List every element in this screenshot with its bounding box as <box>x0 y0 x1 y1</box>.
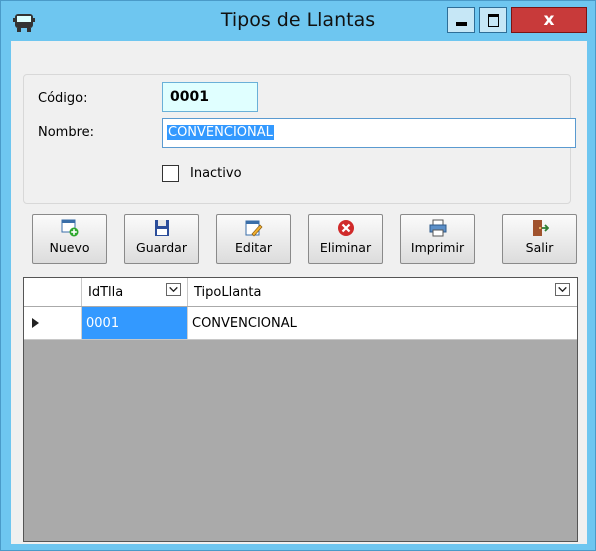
new-record-icon <box>61 219 78 237</box>
imprimir-button[interactable]: Imprimir <box>400 214 475 264</box>
nombre-selected-text: CONVENCIONAL <box>167 125 274 140</box>
nuevo-button-label: Nuevo <box>49 240 90 255</box>
column-header-tipollanta[interactable]: TipoLlanta <box>188 278 577 306</box>
editar-button[interactable]: Editar <box>216 214 291 264</box>
client-area: Código: Nombre: 0001 CONVENCIONAL Inacti… <box>11 41 587 544</box>
title-bar[interactable]: Tipos de Llantas x <box>1 1 595 41</box>
row-header[interactable] <box>24 307 82 339</box>
cell-idtlla[interactable]: 0001 <box>82 307 188 339</box>
column-header-idtlla-label: IdTlla <box>88 285 124 300</box>
imprimir-button-label: Imprimir <box>410 240 465 255</box>
guardar-button[interactable]: Guardar <box>124 214 199 264</box>
row-pointer-icon <box>32 318 39 328</box>
row-header-corner <box>24 278 82 306</box>
grid-header: IdTlla TipoLlanta <box>24 278 577 307</box>
eliminar-button[interactable]: Eliminar <box>308 214 383 264</box>
codigo-field[interactable]: 0001 <box>162 82 258 112</box>
guardar-button-label: Guardar <box>136 240 187 255</box>
chevron-down-icon[interactable] <box>166 283 181 296</box>
chevron-down-icon[interactable] <box>555 283 570 296</box>
inactivo-checkbox[interactable] <box>162 165 179 182</box>
column-header-idtlla[interactable]: IdTlla <box>82 278 188 306</box>
editar-button-label: Editar <box>234 240 272 255</box>
cell-idtlla-text: 0001 <box>86 316 120 331</box>
edit-icon <box>245 220 262 237</box>
eliminar-button-label: Eliminar <box>319 240 372 255</box>
column-header-tipollanta-label: TipoLlanta <box>194 285 262 300</box>
cell-tipollanta[interactable]: CONVENCIONAL <box>188 307 577 339</box>
window: Tipos de Llantas x Código: Nombre: 0001 … <box>0 0 596 551</box>
inactivo-label[interactable]: Inactivo <box>190 166 242 181</box>
codigo-label: Código: <box>38 91 88 106</box>
nuevo-button[interactable]: Nuevo <box>32 214 107 264</box>
minimize-button[interactable] <box>447 7 475 33</box>
exit-door-icon <box>532 220 549 236</box>
cell-tipollanta-text: CONVENCIONAL <box>192 316 297 331</box>
maximize-button[interactable] <box>479 7 507 33</box>
data-grid[interactable]: IdTlla TipoLlanta 0001 CONVENCIONAL <box>23 277 578 542</box>
nombre-label: Nombre: <box>38 125 95 140</box>
printer-icon <box>429 219 446 237</box>
close-button[interactable]: x <box>511 7 587 33</box>
nombre-field[interactable]: CONVENCIONAL <box>162 118 576 148</box>
delete-icon <box>337 220 354 236</box>
salir-button[interactable]: Salir <box>502 214 577 264</box>
save-icon <box>154 220 169 236</box>
table-row[interactable]: 0001 CONVENCIONAL <box>24 307 577 340</box>
salir-button-label: Salir <box>525 240 554 255</box>
